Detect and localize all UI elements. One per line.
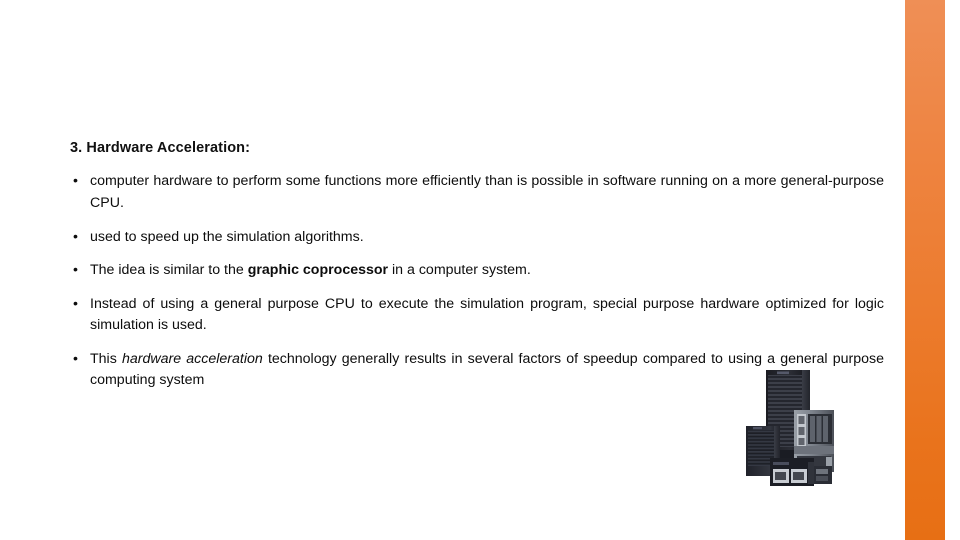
- bullet-text: Instead of using a general purpose CPU t…: [90, 295, 884, 334]
- bullet-text: computer hardware to perform some functi…: [90, 173, 884, 211]
- bullet-list: • computer hardware to perform some func…: [68, 171, 884, 392]
- list-item: • The idea is similar to the graphic cop…: [68, 260, 884, 282]
- bullet-text-emphasis: hardware acceleration: [121, 350, 263, 367]
- bullet-marker-icon: •: [73, 173, 78, 190]
- list-item: • used to speed up the simulation algori…: [68, 227, 884, 249]
- bullet-marker-icon: •: [73, 295, 78, 312]
- bullet-text-emphasis: graphic coprocessor: [247, 262, 389, 279]
- bullet-marker-icon: •: [73, 262, 78, 279]
- slide-canvas: 3. Hardware Acceleration: • computer har…: [0, 0, 960, 540]
- slide-content: 3. Hardware Acceleration: • computer har…: [68, 140, 884, 392]
- list-item: • computer hardware to perform some func…: [68, 171, 884, 214]
- bullet-marker-icon: •: [73, 350, 78, 367]
- unit-front: [770, 458, 814, 486]
- list-item: • Instead of using a general purpose CPU…: [68, 294, 884, 337]
- page-title: 3. Hardware Acceleration:: [70, 140, 251, 156]
- bullet-text: The idea is similar to the graphic copro…: [90, 262, 531, 279]
- unit-right-bottom: [814, 466, 832, 484]
- bullet-text: used to speed up the simulation algorith…: [90, 228, 364, 245]
- accent-strip-decoration: [905, 0, 945, 540]
- server-computers-image: [744, 366, 848, 488]
- bullet-marker-icon: •: [73, 228, 78, 245]
